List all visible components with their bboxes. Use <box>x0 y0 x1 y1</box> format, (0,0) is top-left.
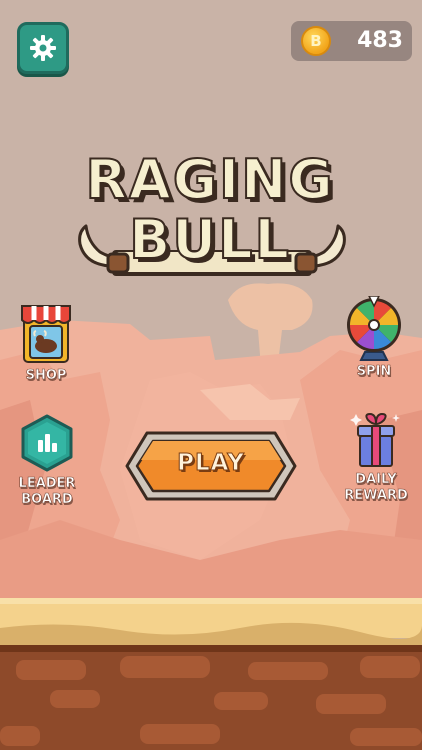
gift-icon <box>350 412 400 467</box>
shop-label: SHOP <box>25 368 67 384</box>
settings-button[interactable] <box>17 22 69 74</box>
leaderboard-label-line2: BOARD <box>21 492 73 508</box>
shop-icon <box>21 305 71 363</box>
leaderboard-label: LEADER BOARD <box>18 476 76 508</box>
play-label: PLAY <box>177 450 245 477</box>
daily-reward-label: DAILY REWARD <box>344 472 408 504</box>
play-button[interactable]: PLAY <box>125 430 297 502</box>
daily-reward-button[interactable]: DAILY REWARD <box>336 412 416 504</box>
shop-button[interactable]: SHOP <box>18 302 74 384</box>
daily-reward-label-line2: REWARD <box>344 488 408 504</box>
gear-icon <box>30 35 56 61</box>
leaderboard-button[interactable]: LEADER BOARD <box>14 414 80 508</box>
logo-title-line2: BULL <box>128 207 291 272</box>
coin-counter: B 483 <box>291 21 412 61</box>
leaderboard-label-line1: LEADER <box>18 476 76 492</box>
daily-reward-label-line1: DAILY <box>355 472 397 488</box>
leaderboard-icon <box>21 414 73 472</box>
prize-wheel-icon <box>347 296 401 361</box>
logo-title-line1: RAGING <box>84 147 335 212</box>
coin-icon: B <box>301 26 331 56</box>
spin-button[interactable]: SPIN <box>344 296 404 380</box>
coin-count: 483 <box>357 28 403 53</box>
spin-label: SPIN <box>356 364 392 380</box>
